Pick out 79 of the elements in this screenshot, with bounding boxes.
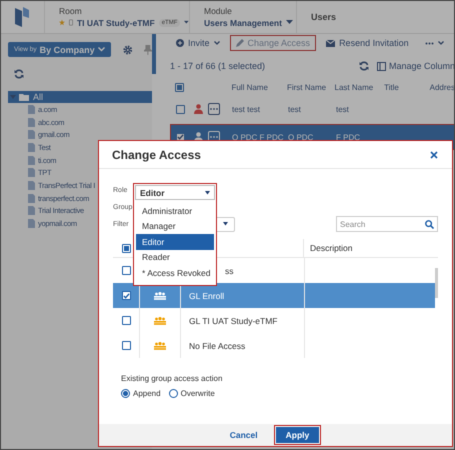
column-header[interactable]: Full Name <box>231 82 287 92</box>
result-summary: 1 - 17 of 66 (1 selected) <box>170 61 266 71</box>
settings-icon[interactable] <box>122 44 132 54</box>
select-all-checkbox[interactable] <box>122 244 130 252</box>
refresh-icon[interactable] <box>358 61 369 71</box>
dropdown-option[interactable]: Reader <box>136 250 214 265</box>
table-row[interactable]: test test test test <box>170 98 455 120</box>
caret-icon <box>223 222 228 226</box>
row-menu-button[interactable] <box>208 103 220 115</box>
row-checkbox[interactable] <box>122 341 130 350</box>
row-checkbox[interactable] <box>122 316 130 325</box>
phone-icon <box>68 18 73 27</box>
check-icon <box>176 133 184 141</box>
row-checkbox[interactable] <box>122 266 130 275</box>
dropdown-option[interactable]: * Access Revoked <box>136 265 214 280</box>
radio-option[interactable]: Append <box>121 389 161 398</box>
toolbar-button[interactable]: Invite <box>170 35 226 51</box>
radio-option[interactable]: Overwrite <box>168 389 215 398</box>
pencil-icon <box>236 39 244 47</box>
access-action-label: Existing group access action <box>121 374 224 383</box>
group-row[interactable]: GL Enroll <box>113 283 435 308</box>
column-header[interactable]: Last Name <box>334 82 384 92</box>
table-cell-text: O PDC F PDC <box>232 132 285 142</box>
row-checkbox[interactable] <box>122 291 130 300</box>
select-all-checkbox[interactable] <box>175 82 184 92</box>
row-checkbox[interactable] <box>176 104 184 114</box>
role-select[interactable]: Editor <box>135 185 215 200</box>
scrollbar[interactable] <box>435 268 438 298</box>
column-header[interactable]: Addres <box>430 82 455 92</box>
star-icon <box>59 18 65 27</box>
group-icon <box>154 342 166 350</box>
caret-icon <box>205 190 210 194</box>
group-name: GL TI UAT Study-eTMF <box>189 316 278 326</box>
page-title: Users <box>311 12 336 22</box>
module-name[interactable]: Users Management <box>204 18 282 28</box>
table-cell-text: test <box>288 104 302 114</box>
caret-icon <box>214 41 220 45</box>
table-cell-text: F PDC <box>336 132 361 142</box>
column-header[interactable]: Description <box>303 239 438 257</box>
room-name[interactable]: TI UAT Study-eTMF <box>76 18 155 28</box>
caret-icon[interactable] <box>286 20 293 25</box>
group-name: No File Access <box>189 340 246 350</box>
caret-icon <box>438 41 444 45</box>
group-name: ss <box>225 266 234 276</box>
dropdown-option[interactable]: Administrator <box>136 203 214 218</box>
caret-icon[interactable] <box>184 20 189 25</box>
logo-icon <box>12 6 32 28</box>
group-icon <box>154 316 166 324</box>
dialog-title: Change Access <box>112 148 201 162</box>
dropdown-option[interactable]: Manager <box>136 218 214 234</box>
table-cell-text: test <box>336 104 350 114</box>
group-name: GL Enroll <box>189 290 224 300</box>
folder-icon <box>19 92 30 102</box>
toolbar-button[interactable]: Change Access <box>230 35 316 51</box>
check-icon <box>122 292 130 300</box>
more-icon <box>424 42 434 44</box>
module-label: Module <box>204 6 233 16</box>
column-header[interactable]: First Name <box>286 82 335 92</box>
dropdown-option[interactable]: Editor <box>136 234 214 250</box>
group-icon <box>154 292 166 300</box>
manage-columns-button[interactable]: Manage Column <box>376 61 455 71</box>
group-row[interactable]: No File Access <box>113 333 435 358</box>
mail-icon <box>326 40 336 46</box>
caret-icon <box>98 47 105 52</box>
columns-icon <box>376 62 386 70</box>
toolbar-button[interactable]: Resend Invitation <box>320 35 415 51</box>
apply-button[interactable]: Apply <box>276 427 320 443</box>
table-cell-text: test test <box>232 104 262 114</box>
table-cell-text: O PDC <box>288 132 314 142</box>
column-header[interactable]: Title <box>384 82 430 92</box>
close-icon[interactable] <box>430 150 438 158</box>
cancel-link[interactable]: Cancel <box>230 430 258 440</box>
plus-circle-icon <box>176 39 184 47</box>
tree-item[interactable]: All <box>8 91 152 103</box>
refresh-icon[interactable] <box>14 69 24 79</box>
user-icon <box>194 104 203 114</box>
scrollbar[interactable] <box>152 34 156 74</box>
room-label: Room <box>59 6 83 16</box>
group-row[interactable]: GL TI UAT Study-eTMF <box>113 308 435 333</box>
